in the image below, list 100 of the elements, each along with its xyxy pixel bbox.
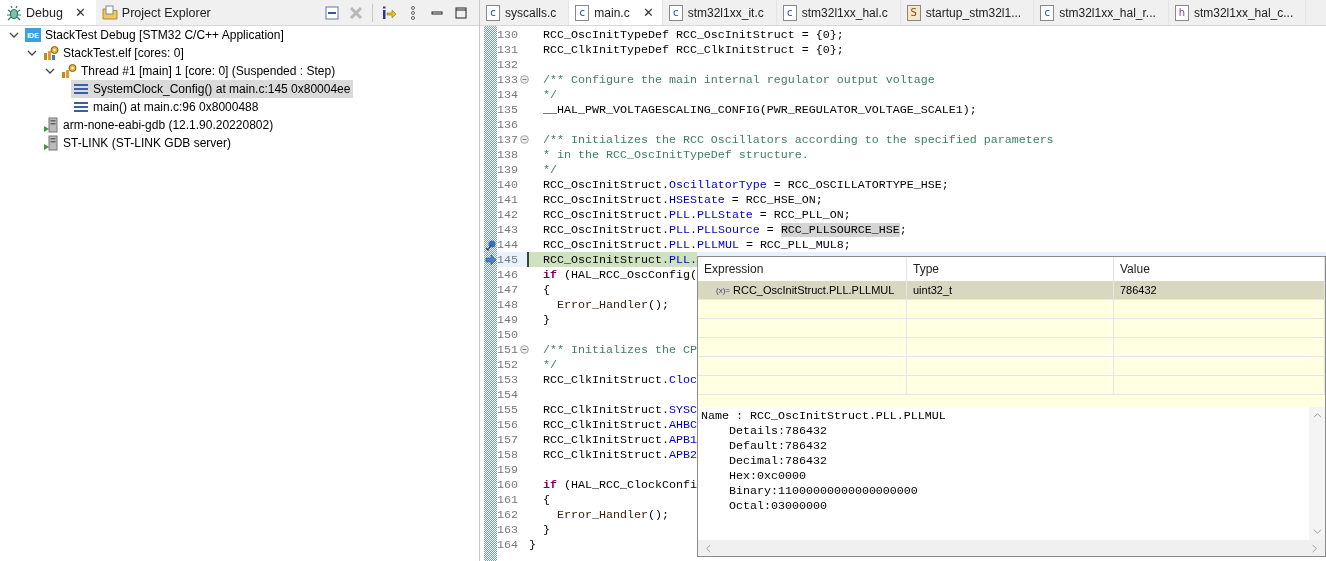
editor-tab[interactable]: c main.c ✕ — [569, 0, 663, 25]
editor-tab[interactable]: S startup_stm32l1... — [900, 0, 1035, 25]
line-number: 137 — [497, 132, 519, 147]
line-number: 162 — [497, 507, 519, 522]
code-line: if (HAL_RCC_ClockConfi — [542, 477, 697, 492]
close-icon[interactable]: ✕ — [72, 5, 88, 20]
tree-item[interactable]: Thread #1 [main] 1 [core: 0] (Suspended : Step) — [59, 62, 339, 80]
code-line: RCC_OscInitStruct.PLL.PLLMUL = RCC_PLL_MUL8; — [542, 237, 851, 252]
editor-tab[interactable]: c stm32l1xx_it.c — [662, 0, 777, 25]
view-tab[interactable]: Project Explorer — [95, 0, 219, 25]
line-number: 135 — [497, 102, 519, 117]
server-icon — [43, 117, 59, 133]
code-line: */ — [542, 162, 557, 177]
instruction-pointer-icon — [484, 253, 497, 266]
code-line: __HAL_PWR_VOLTAGESCALING_CONFIG(PWR_REGULATOR_VOLTAGE_SCALE1); — [542, 102, 977, 117]
line-number: 133 — [497, 72, 519, 87]
editor-tab[interactable]: c syscalls.c — [480, 0, 570, 25]
code-line: } — [542, 522, 550, 537]
line-number: 139 — [497, 162, 519, 177]
code-line: RCC_ClkInitStruct.Cloc — [542, 372, 697, 387]
expression-row[interactable]: (x)= RCC_OscInitStruct.PLL.PLLMUL uint32_t 786432 — [698, 281, 1325, 300]
server-icon — [43, 135, 59, 151]
line-number: 149 — [497, 312, 519, 327]
code-line: */ — [542, 357, 557, 372]
details-text: Name : RCC_OscInitStruct.PLL.PLLMUL Details:786432 Default:786432 Decimal:786432 Hex:0xc0000 Binary:11000000000000000000 Octal:03000000 — [700, 408, 947, 515]
line-number: 153 — [497, 372, 519, 387]
close-icon[interactable]: ✕ — [640, 5, 656, 20]
code-line: RCC_ClkInitStruct.APB1 — [542, 432, 697, 447]
code-line: * in the RCC_OscInitTypeDef structure. — [542, 147, 809, 162]
line-number: 138 — [497, 147, 519, 162]
file-icon: c — [486, 4, 500, 21]
line-number: 151 — [497, 342, 519, 357]
code-line: RCC_OscInitStruct.PLL.PLLState = RCC_PLL_ON; — [542, 207, 851, 222]
value-cell: 786432 — [1120, 284, 1157, 296]
line-number: 154 — [497, 387, 519, 402]
variable-icon: (x)= — [716, 285, 730, 295]
line-number: 159 — [497, 462, 519, 477]
line-number: 160 — [497, 477, 519, 492]
line-number: 134 — [497, 87, 519, 102]
line-number: 131 — [497, 42, 519, 57]
folder-icon — [101, 4, 118, 21]
view-tab[interactable]: Debug ✕ — [0, 0, 96, 25]
fold-toggle-icon[interactable] — [520, 345, 529, 354]
step-mode-icon[interactable] — [381, 4, 397, 21]
tree-item[interactable]: main() at main.c:96 0x8000488 — [71, 98, 262, 116]
code-line: RCC_ClkInitStruct.SYSC — [542, 402, 697, 417]
fold-toggle-icon[interactable] — [520, 135, 529, 144]
code-line: RCC_OscInitStruct.HSEState = RCC_HSE_ON; — [542, 192, 823, 207]
tree-item[interactable]: ST-LINK (ST-LINK GDB server) — [41, 134, 235, 152]
tree-item[interactable]: arm-none-eabi-gdb (12.1.90.20220802) — [41, 116, 277, 134]
code-line: RCC_OscInitTypeDef RCC_OscInitStruct = {0}; — [542, 27, 844, 42]
line-number: 141 — [497, 192, 519, 207]
line-number: 163 — [497, 522, 519, 537]
code-line: /** Initializes the CP — [542, 342, 697, 357]
expression-cell: RCC_OscInitStruct.PLL.PLLMUL — [733, 284, 895, 296]
tree-item[interactable]: SystemClock_Config() at main.c:145 0x80004ee — [71, 80, 354, 98]
stack-frame-icon — [73, 99, 89, 115]
code-line: } — [529, 537, 536, 552]
line-number: 164 — [497, 537, 519, 552]
code-line: if (HAL_RCC_OscConfig( — [542, 267, 697, 282]
code-line: Error_Handler(); — [555, 507, 669, 522]
line-number: 146 — [497, 267, 519, 282]
line-number: 142 — [497, 207, 519, 222]
maximize-icon[interactable] — [453, 4, 469, 21]
collapse-all-icon[interactable] — [324, 4, 340, 21]
code-line: */ — [542, 87, 557, 102]
line-number: 152 — [497, 357, 519, 372]
file-icon: c — [1040, 4, 1055, 21]
editor-tab[interactable]: h stm32l1xx_hal_c... — [1168, 0, 1307, 25]
code-line: /** Configure the main internal regulator output voltage — [542, 72, 935, 87]
code-line: RCC_OscInitStruct.PLL.PLLSource = RCC_PLLSOURCE_HSE; — [542, 222, 907, 237]
breakpoint-icon — [484, 238, 497, 251]
line-number: 132 — [497, 57, 519, 72]
line-number: 147 — [497, 282, 519, 297]
line-number: 157 — [497, 432, 519, 447]
thread-gear-icon — [61, 63, 77, 79]
code-line: Error_Handler(); — [555, 297, 669, 312]
editor-tab[interactable]: c stm32l1xx_hal_r... — [1034, 0, 1169, 25]
editor-tab[interactable]: c stm32l1xx_hal.c — [776, 0, 901, 25]
tree-item[interactable]: StackTest.elf [cores: 0] — [41, 44, 187, 62]
code-line: } — [542, 312, 550, 327]
process-gear-icon — [43, 45, 59, 61]
line-number: 144 — [497, 237, 519, 252]
code-line: RCC_ClkInitStruct.AHBC — [542, 417, 697, 432]
bug-icon — [6, 4, 22, 21]
file-icon: c — [782, 4, 797, 21]
code-line: { — [542, 492, 550, 507]
type-cell: uint32_t — [913, 284, 953, 296]
line-number: 158 — [497, 447, 519, 462]
code-line: { — [542, 282, 550, 297]
line-number: 156 — [497, 417, 519, 432]
line-number: 155 — [497, 402, 519, 417]
line-number: 130 — [497, 27, 519, 42]
line-number: 136 — [497, 117, 519, 132]
file-icon: c — [668, 4, 683, 21]
code-line: RCC_OscInitStruct.OscillatorType = RCC_OSCILLATORTYPE_HSE; — [542, 177, 949, 192]
fold-toggle-icon[interactable] — [520, 75, 529, 84]
line-number: 161 — [497, 492, 519, 507]
line-number: 140 — [497, 177, 519, 192]
file-icon: h — [1174, 4, 1189, 21]
